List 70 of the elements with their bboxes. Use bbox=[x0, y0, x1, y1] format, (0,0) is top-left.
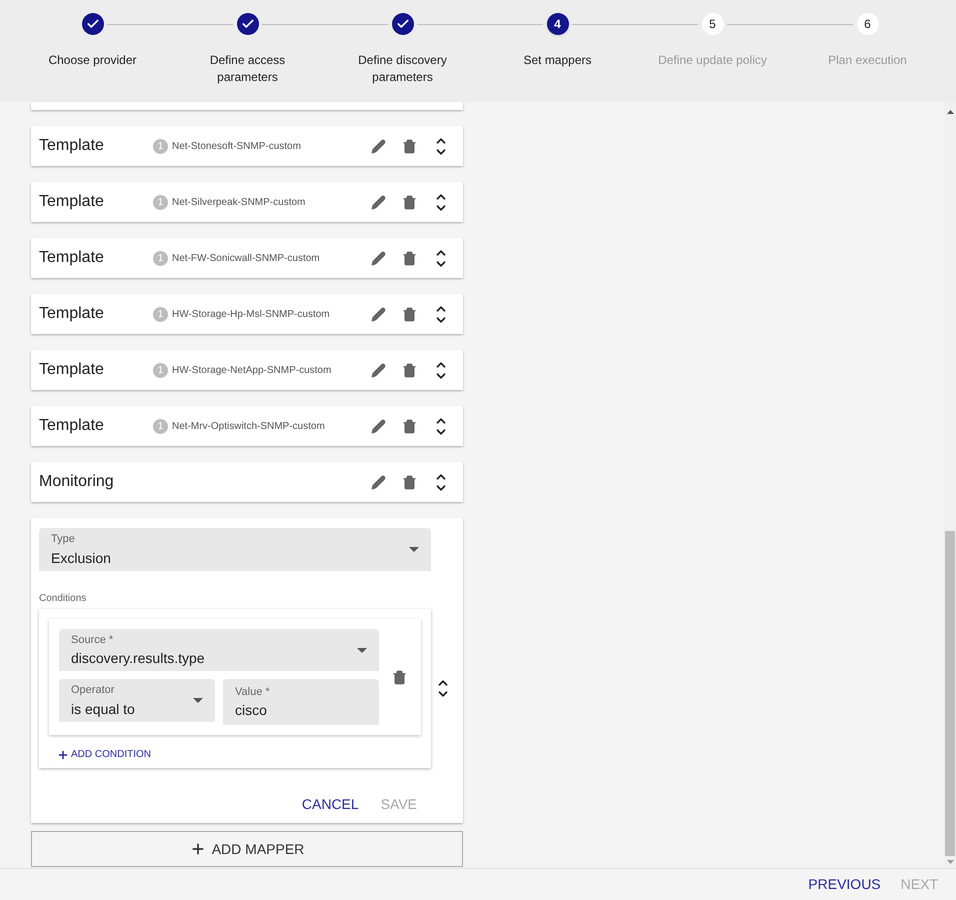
plus-icon bbox=[57, 748, 69, 760]
field-value: discovery.results.type bbox=[71, 649, 206, 668]
mapper-title: Template bbox=[39, 248, 105, 268]
field-label: Value * bbox=[235, 684, 271, 700]
dropdown-caret-icon bbox=[409, 547, 419, 552]
edit-icon[interactable] bbox=[371, 306, 386, 322]
count-badge: 1 bbox=[153, 418, 168, 434]
field-value: Exclusion bbox=[51, 548, 112, 568]
field-label: Operator bbox=[71, 683, 116, 698]
step-label: Plan execution bbox=[827, 52, 908, 69]
edit-icon[interactable] bbox=[371, 362, 386, 378]
step-number: 6 bbox=[856, 13, 878, 35]
delete-icon[interactable] bbox=[402, 306, 417, 322]
delete-icon[interactable] bbox=[402, 418, 417, 434]
edit-icon[interactable] bbox=[371, 250, 386, 266]
edit-icon[interactable] bbox=[371, 138, 386, 154]
mapper-title: Template bbox=[39, 136, 105, 156]
step-number: 5 bbox=[702, 13, 724, 35]
edit-icon[interactable] bbox=[371, 194, 386, 210]
add-condition-button[interactable]: ADD CONDITION bbox=[57, 747, 151, 762]
mapper-title: Monitoring bbox=[39, 472, 115, 492]
add-mapper-button[interactable]: ADD MAPPER bbox=[31, 831, 463, 867]
count-badge: 1 bbox=[153, 138, 168, 154]
step-label: Define update policy bbox=[657, 52, 768, 69]
operator-select[interactable]: Operator is equal to bbox=[59, 679, 215, 722]
template-name: Net-Mrv-Optiswitch-SNMP-custom bbox=[172, 420, 325, 434]
check-icon bbox=[236, 13, 258, 35]
dropdown-caret-icon bbox=[193, 698, 203, 703]
delete-icon[interactable] bbox=[402, 194, 417, 210]
delete-icon[interactable] bbox=[402, 362, 417, 378]
count-badge: 1 bbox=[153, 362, 168, 378]
previous-button[interactable]: PREVIOUS bbox=[808, 874, 881, 895]
mapper-title: Template bbox=[39, 304, 105, 324]
scrollbar[interactable] bbox=[944, 102, 956, 868]
delete-icon[interactable] bbox=[402, 138, 417, 154]
delete-icon[interactable] bbox=[392, 670, 407, 684]
dropdown-caret-icon bbox=[357, 648, 367, 652]
step-number: 4 bbox=[546, 13, 568, 35]
template-name: Net-Silverpeak-SNMP-custom bbox=[172, 196, 306, 210]
field-value: cisco bbox=[235, 701, 268, 720]
conditions-label: Conditions bbox=[39, 592, 88, 606]
plus-icon bbox=[190, 841, 206, 857]
field-label: Type bbox=[51, 532, 76, 548]
check-icon bbox=[392, 13, 414, 35]
source-select[interactable]: Source * discovery.results.type bbox=[59, 629, 379, 671]
step-label: Define discovery parameters bbox=[357, 52, 448, 86]
template-name: Net-FW-Sonicwall-SNMP-custom bbox=[172, 252, 320, 266]
value-field[interactable]: Value * cisco bbox=[223, 679, 379, 725]
field-value: is equal to bbox=[71, 700, 136, 719]
type-select[interactable]: Type Exclusion bbox=[39, 528, 431, 571]
step-label: Define access parameters bbox=[208, 52, 286, 86]
step-label: Set mappers bbox=[522, 52, 593, 69]
scroll-up-icon[interactable] bbox=[946, 110, 954, 114]
count-badge: 1 bbox=[153, 194, 168, 210]
edit-icon[interactable] bbox=[371, 418, 386, 434]
count-badge: 1 bbox=[153, 306, 168, 322]
mapper-title: Template bbox=[39, 416, 105, 436]
delete-icon[interactable] bbox=[402, 474, 417, 490]
delete-icon[interactable] bbox=[402, 250, 417, 266]
check-icon bbox=[82, 13, 104, 35]
mapper-title: Template bbox=[39, 360, 105, 380]
edit-icon[interactable] bbox=[371, 474, 386, 490]
template-name: HW-Storage-Hp-Msl-SNMP-custom bbox=[172, 308, 330, 322]
template-name: HW-Storage-NetApp-SNMP-custom bbox=[172, 364, 332, 378]
mapper-title: Template bbox=[39, 192, 105, 212]
count-badge: 1 bbox=[153, 250, 168, 266]
cancel-button[interactable]: CANCEL bbox=[302, 794, 359, 815]
step-label: Choose provider bbox=[47, 52, 138, 69]
field-label: Source * bbox=[71, 632, 114, 648]
template-name: Net-Stonesoft-SNMP-custom bbox=[172, 140, 301, 154]
